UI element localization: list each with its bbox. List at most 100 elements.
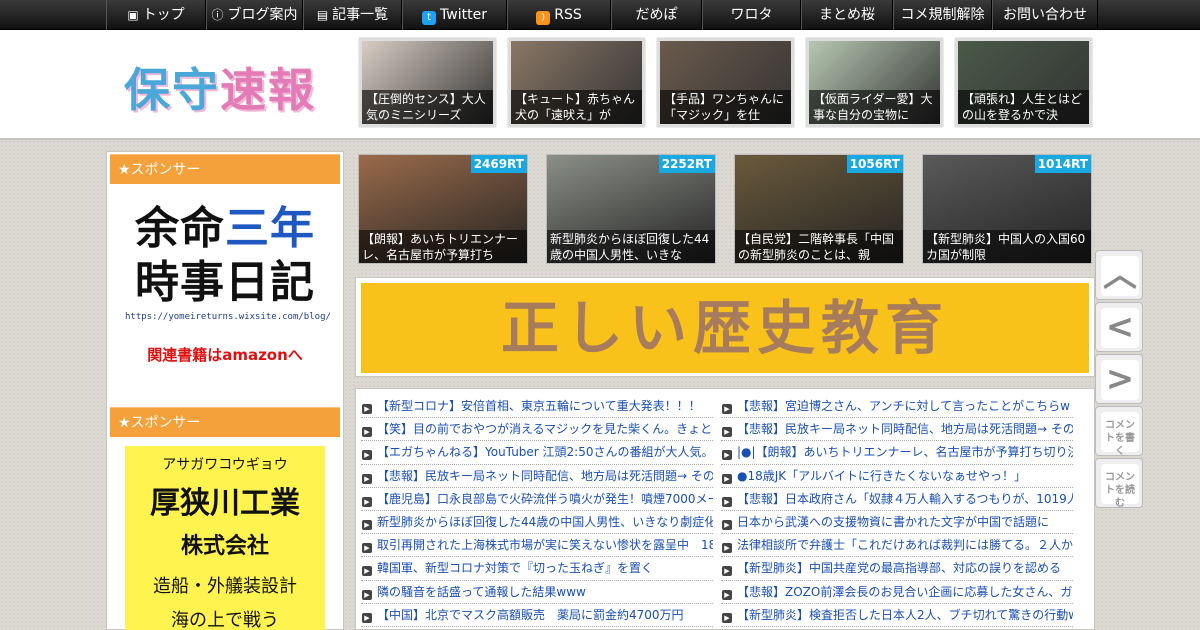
sponsor-ad-asagawa[interactable]: アサガワコウギョウ 厚狭川工業 株式会社 造船・外艤装設計 海の上で戦う: [125, 446, 325, 630]
article-link[interactable]: ▶ 【悲報】宮迫博之さん、アンチに対して言ったことがこちらw: [721, 395, 1073, 419]
article-link[interactable]: ▶ 日本から武漢への支援物資に書かれた文字が中国で話題に: [721, 511, 1073, 535]
next-button[interactable]: >: [1095, 354, 1143, 404]
article-title: 日本から武漢への支援物資に書かれた文字が中国で話題に: [737, 514, 1050, 529]
bullet-arrow-icon: ▶: [722, 612, 732, 623]
nav-item[interactable]: お問い合わせ: [992, 0, 1098, 30]
sponsor-heading-2: ★スポンサー: [110, 407, 340, 437]
popular-posts: 2469RT 【朗報】あいちトリエンナーレ、名古屋市が予算打ち 2252RT 新型肺炎…: [358, 154, 1092, 264]
article-link[interactable]: ▶ 隣の騒音を話盛って通報した結果www: [361, 581, 713, 604]
nav-item-label: お問い合わせ: [1003, 7, 1087, 23]
article-link[interactable]: ▶ 【鹿児島】口永良部島で火砕流伴う噴火が発生！噴煙7000メー: [361, 488, 713, 511]
article-link[interactable]: ▶ 【新型肺炎】中国共産党の最高指導部、対応の誤りを認める: [721, 557, 1073, 581]
header-thumbnail[interactable]: 【キュート】赤ちゃん犬の「遠吠え」が: [508, 38, 645, 127]
site-logo[interactable]: 保守速報: [124, 54, 316, 120]
header-thumbnail[interactable]: 【仮面ライダー愛】大事な自分の宝物に: [806, 38, 943, 127]
nav-item[interactable]: ⓘ ブログ案内: [206, 0, 303, 30]
article-link[interactable]: ▶ 【笑】目の前でおやつが消えるマジックを見た柴くん。きょと: [361, 418, 713, 442]
info-icon: ⓘ: [211, 8, 224, 22]
article-title: 【鹿児島】口永良部島で火砕流伴う噴火が発生！噴煙7000メー: [377, 491, 713, 506]
article-title: ●18歳JK「アルバイトに行きたくないなぁせやっ！」: [737, 468, 1027, 483]
twitter-icon: t: [422, 11, 437, 25]
article-link[interactable]: ▶ |●|【朗報】あいちトリエンナーレ、名古屋市が予算打ち切り決: [721, 441, 1073, 465]
nav-item[interactable]: ワロタ: [702, 0, 801, 30]
nav-list: ▣ トップ ⓘ ブログ案内 ▤ 記事一覧 t Twitter) RSS だめぽ ワロタ まとめ桜 コメ規…: [106, 0, 1098, 30]
prev-button[interactable]: <: [1095, 302, 1143, 352]
scroll-top-button[interactable]: ︿: [1095, 250, 1143, 300]
nav-item-label: ワロタ: [730, 7, 773, 23]
sponsor-ad-yomei[interactable]: 余命三年 時事日記 https://yomeireturns.wixsite.c…: [125, 202, 331, 377]
bullet-arrow-icon: ▶: [722, 404, 732, 414]
home-icon: ▣: [127, 8, 139, 22]
article-link[interactable]: ▶ 【新型コロナ】安倍首相、東京五輪について重大発表！！！: [361, 395, 713, 419]
bullet-arrow-icon: ▶: [722, 473, 732, 484]
article-link[interactable]: ▶ 【新型肺炎】検査拒否した日本人2人、ブチ切れて驚きの行動w: [721, 604, 1073, 627]
article-link[interactable]: ▶ 【エガちゃんねる】YouTuber 江頭2:50さんの番組が大人気。数: [361, 441, 713, 465]
article-link[interactable]: ▶ 新型肺炎からほぼ回復した44歳の中国人男性、いきなり劇症化: [361, 511, 713, 535]
nav-item[interactable]: まとめ桜: [801, 0, 893, 30]
article-title: 【エガちゃんねる】YouTuber 江頭2:50さんの番組が大人気。数: [377, 445, 713, 460]
bullet-arrow-icon: ▶: [722, 496, 732, 507]
list-icon: ▤: [316, 8, 329, 22]
bullet-arrow-icon: ▶: [362, 496, 372, 507]
popular-post[interactable]: 2252RT 新型肺炎からほぼ回復した44歳の中国人男性、いきな: [546, 154, 716, 264]
floating-buttons: ︿ < > コメントを書く コメントを読む: [1095, 250, 1145, 510]
top-nav: ▣ トップ ⓘ ブログ案内 ▤ 記事一覧 t Twitter) RSS だめぽ ワロタ まとめ桜 コメ規…: [0, 0, 1200, 30]
article-link[interactable]: ▶ 【中国】北京でマスク高額販売 薬局に罰金約4700万円: [361, 604, 713, 627]
nav-item[interactable]: コメ規制解除: [893, 0, 992, 30]
logo-text-a: 保守: [124, 63, 220, 117]
chevron-right-icon: >: [1101, 360, 1139, 400]
sidebar: ★スポンサー 余命三年 時事日記 https://yomeireturns.wi…: [106, 151, 344, 630]
header-thumbnail[interactable]: 【手品】ワンちゃんに「マジック」を仕: [657, 38, 794, 127]
thumbnail-caption: 【仮面ライダー愛】大事な自分の宝物に: [809, 90, 940, 124]
article-link[interactable]: ▶ 【悲報】民放キー局ネット同時配信、地方局は死活問題→ その: [721, 418, 1073, 442]
article-link[interactable]: ▶ 法律相談所で弁護士「これだけあれば裁判には勝てる。２人か: [721, 534, 1073, 558]
nav-item-label: ブログ案内: [227, 7, 298, 23]
banner-ad[interactable]: 正しい歴史教育: [355, 277, 1095, 377]
popular-post[interactable]: 2469RT 【朗報】あいちトリエンナーレ、名古屋市が予算打ち: [358, 154, 528, 264]
ad2-business: 造船・外艤装設計: [153, 576, 297, 597]
nav-item[interactable]: ▤ 記事一覧: [303, 0, 402, 30]
bullet-arrow-icon: ▶: [362, 519, 372, 530]
rt-count-badge: 2469RT: [470, 155, 527, 173]
bullet-arrow-icon: ▶: [722, 450, 732, 461]
ad-amazon-link[interactable]: 関連書籍はamazonへ: [125, 344, 325, 365]
bullet-arrow-icon: ▶: [722, 519, 732, 530]
article-title: 隣の騒音を話盛って通報した結果www: [377, 584, 586, 599]
nav-item-label: Twitter: [440, 7, 487, 23]
rt-count-badge: 1014RT: [1034, 155, 1091, 173]
nav-item-label: 記事一覧: [332, 7, 389, 23]
nav-item-label: だめぽ: [635, 7, 678, 23]
header-thumbnail[interactable]: 【頑張れ】人生とはどの山を登るかで決: [955, 38, 1092, 127]
nav-item[interactable]: ) RSS: [507, 0, 611, 30]
article-title: 【悲報】民放キー局ネット同時配信、地方局は死活問題→ その: [377, 468, 713, 483]
article-link[interactable]: ▶ 取引再開された上海株式市場が実に笑えない惨状を露呈中 18: [361, 534, 713, 558]
bullet-arrow-icon: ▶: [722, 566, 732, 577]
article-link[interactable]: ▶ 【悲報】日本政府さん「奴隷４万人輸入するつもりが、1019人: [721, 488, 1073, 511]
nav-item[interactable]: t Twitter: [402, 0, 507, 30]
header-thumbnails: 【圧倒的センス】大人気のミニシリーズ 【キュート】赤ちゃん犬の「遠吠え」が 【手品】…: [359, 38, 1092, 127]
bullet-arrow-icon: ▶: [362, 473, 372, 484]
thumbnail-caption: 【頑張れ】人生とはどの山を登るかで決: [958, 90, 1089, 124]
header-thumbnail[interactable]: 【圧倒的センス】大人気のミニシリーズ: [359, 38, 496, 127]
article-column-left: ▶ 【新型コロナ】安倍首相、東京五輪について重大発表！！！ ▶ 【笑】目の前でおやつが…: [361, 395, 713, 627]
article-title: 【新型コロナ】安倍首相、東京五輪について重大発表！！！: [377, 399, 701, 413]
article-link[interactable]: ▶ 韓国軍、新型コロナ対策で『切った玉ねぎ』を置く: [361, 557, 713, 581]
popular-post[interactable]: 1014RT 【新型肺炎】中国人の入国60カ国が制限: [922, 154, 1092, 264]
article-title: 【新型肺炎】中国共産党の最高指導部、対応の誤りを認める: [737, 561, 1062, 576]
article-link[interactable]: ▶ ●18歳JK「アルバイトに行きたくないなぁせやっ！」: [721, 465, 1073, 488]
popular-post[interactable]: 1056RT 【自民党】二階幹事長「中国の新型肺炎のことは、親: [734, 154, 904, 264]
article-link[interactable]: ▶ 【悲報】ZOZO前澤会長のお見合い企画に応募した女さん、ガ: [721, 581, 1073, 604]
ad2-slogan: 海の上で戦う: [171, 610, 279, 630]
nav-item[interactable]: だめぽ: [611, 0, 702, 30]
article-title: 【悲報】ZOZO前澤会長のお見合い企画に応募した女さん、ガ: [737, 584, 1073, 599]
post-caption: 【新型肺炎】中国人の入国60カ国が制限: [923, 230, 1091, 263]
ad-title-line1: 余命三年: [125, 202, 325, 256]
article-link[interactable]: ▶ 【悲報】民放キー局ネット同時配信、地方局は死活問題→ その: [361, 465, 713, 488]
nav-item[interactable]: ▣ トップ: [106, 0, 206, 30]
read-comment-button[interactable]: コメントを読む: [1095, 458, 1143, 509]
article-title: 【新型肺炎】検査拒否した日本人2人、ブチ切れて驚きの行動w: [737, 607, 1073, 622]
write-comment-button[interactable]: コメントを書く: [1095, 406, 1143, 457]
nav-item-label: まとめ桜: [819, 7, 875, 23]
thumbnail-caption: 【手品】ワンちゃんに「マジック」を仕: [660, 90, 791, 124]
bullet-arrow-icon: ▶: [362, 589, 372, 600]
